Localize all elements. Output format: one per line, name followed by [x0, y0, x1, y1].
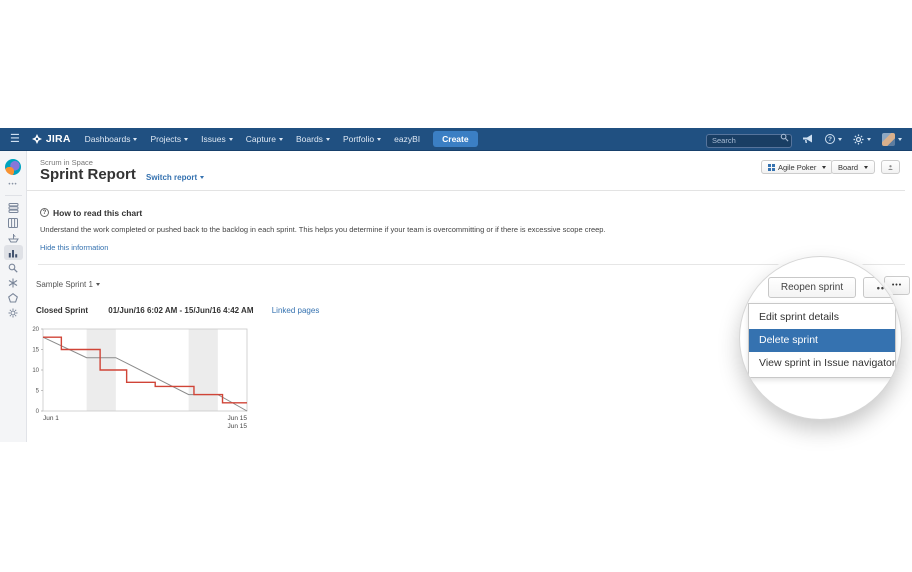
help-menu[interactable]: ?	[825, 134, 842, 144]
search-icon[interactable]	[780, 133, 789, 142]
burndown-chart: 0 5 10 15 20 Jun 1 Jun 15Jun 15	[28, 324, 260, 439]
person-icon	[888, 163, 893, 172]
menu-item-view-sprint-in-issue-navigator[interactable]: View sprint in Issue navigator	[749, 352, 895, 375]
header-divider	[27, 190, 905, 191]
bar-chart-icon	[8, 248, 18, 258]
reopen-sprint-button[interactable]: Reopen sprint	[768, 277, 856, 298]
sidebar-item-project-settings[interactable]	[4, 305, 23, 320]
sidebar-item-active-sprints[interactable]	[4, 215, 23, 230]
sprint-meta-row: Closed Sprint 01/Jun/16 6:02 AM - 15/Jun…	[36, 306, 319, 315]
chevron-down-icon	[200, 176, 204, 179]
chevron-down-icon	[377, 138, 381, 141]
help-icon: ?	[825, 134, 835, 144]
create-button[interactable]: Create	[433, 131, 477, 147]
sidebar-divider	[5, 195, 22, 196]
sidebar-item-issues[interactable]	[4, 260, 23, 275]
agile-poker-button[interactable]: Agile Poker	[761, 160, 833, 174]
board-button[interactable]: Board	[831, 160, 875, 174]
project-avatar[interactable]	[5, 159, 21, 175]
sidebar-item-releases[interactable]	[4, 230, 23, 245]
settings-menu[interactable]	[853, 134, 871, 145]
svg-text:15: 15	[32, 348, 39, 354]
chevron-down-icon	[229, 138, 233, 141]
svg-text:Jun 15: Jun 15	[227, 423, 247, 430]
top-navbar: ☰ JIRA Dashboards Projects Issues Captur…	[0, 128, 912, 151]
chevron-down-icon	[326, 138, 330, 141]
section-divider	[38, 264, 905, 265]
nav-capture[interactable]: Capture	[246, 134, 283, 144]
nav-dashboards[interactable]: Dashboards	[85, 134, 138, 144]
page-title: Sprint Report	[40, 166, 136, 183]
nav-projects[interactable]: Projects	[150, 134, 188, 144]
svg-text:5: 5	[36, 389, 40, 395]
sidebar-item-backlog[interactable]	[4, 200, 23, 215]
more-options-button[interactable]: •••	[863, 277, 902, 298]
svg-text:20: 20	[32, 327, 39, 333]
chevron-down-icon	[133, 138, 137, 141]
svg-text:Jun 1: Jun 1	[43, 415, 59, 422]
info-body: Understand the work completed or pushed …	[40, 225, 660, 234]
sidebar-more[interactable]: •••	[8, 182, 17, 188]
shape-icon	[8, 293, 18, 303]
jira-logo-icon	[32, 134, 42, 144]
menu-item-edit-sprint-details[interactable]: Edit sprint details	[749, 306, 895, 329]
chevron-down-icon	[867, 138, 871, 141]
sprint-status: Closed Sprint	[36, 306, 88, 315]
sprint-actions-menu: Edit sprint details Delete sprint View s…	[748, 303, 896, 378]
question-circle-icon: ?	[40, 208, 49, 217]
nav-portfolio[interactable]: Portfolio	[343, 134, 381, 144]
chevron-down-icon	[184, 138, 188, 141]
menu-item-delete-sprint[interactable]: Delete sprint	[749, 329, 895, 352]
navbar-right: ?	[706, 130, 902, 148]
chevron-down-icon	[279, 138, 283, 141]
jira-logo[interactable]: JIRA	[32, 133, 71, 145]
chevron-down-icon	[864, 166, 868, 169]
nav-boards[interactable]: Boards	[296, 134, 330, 144]
ship-icon	[8, 233, 19, 243]
project-sidebar: •••	[0, 151, 27, 442]
chevron-down-icon	[96, 283, 100, 286]
svg-text:Jun 15: Jun 15	[227, 415, 247, 422]
screenshot-canvas: ☰ JIRA Dashboards Projects Issues Captur…	[0, 0, 912, 572]
svg-text:0: 0	[36, 409, 40, 415]
magnifier-icon	[8, 263, 18, 273]
board-icon	[8, 218, 18, 228]
linked-pages-link[interactable]: Linked pages	[272, 306, 320, 315]
switch-report-link[interactable]: Switch report	[146, 173, 204, 182]
chevron-down-icon	[838, 138, 842, 141]
backlog-icon	[8, 203, 19, 213]
feedback-megaphone-icon[interactable]	[803, 134, 814, 144]
chevron-down-icon	[822, 166, 826, 169]
info-title: How to read this chart	[53, 208, 142, 218]
svg-text:10: 10	[32, 368, 39, 374]
zoom-callout-lens: Reopen sprint ••• Edit sprint details De…	[739, 256, 902, 420]
gear-icon	[853, 134, 864, 145]
search-container	[706, 130, 792, 148]
sidebar-item-components[interactable]	[4, 275, 23, 290]
brand-name: JIRA	[46, 133, 71, 145]
sprint-selector[interactable]: Sample Sprint 1	[36, 280, 100, 289]
nav-issues[interactable]: Issues	[201, 134, 233, 144]
user-profile-menu[interactable]	[882, 133, 902, 146]
user-avatar	[882, 133, 895, 146]
sidebar-item-reports[interactable]	[4, 245, 23, 260]
sprint-dates: 01/Jun/16 6:02 AM - 15/Jun/16 4:42 AM	[108, 306, 253, 315]
sidebar-item-add-item[interactable]	[4, 290, 23, 305]
hamburger-menu-icon[interactable]: ☰	[10, 134, 20, 145]
agile-poker-icon	[768, 164, 775, 171]
hide-information-link[interactable]: Hide this information	[40, 243, 108, 252]
chevron-down-icon	[898, 138, 902, 141]
share-person-button[interactable]	[881, 160, 900, 174]
small-gear-icon	[8, 308, 18, 318]
components-icon	[8, 278, 18, 288]
nav-eazybi[interactable]: eazyBI	[394, 134, 420, 144]
